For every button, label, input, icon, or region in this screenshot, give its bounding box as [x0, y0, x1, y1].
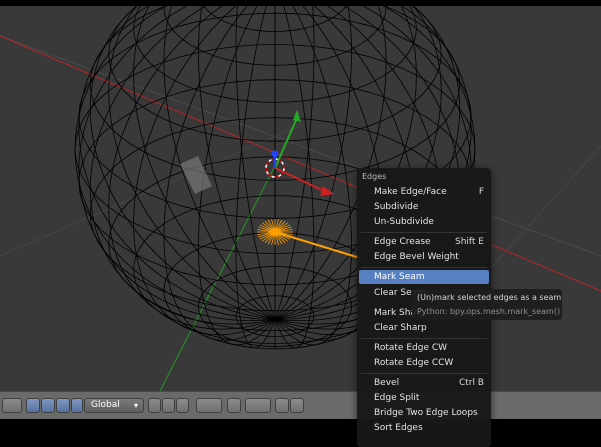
pivot-icon[interactable]	[2, 398, 22, 413]
orientation-label: Global	[91, 400, 120, 410]
snap-target-icon[interactable]	[245, 398, 271, 413]
menu-item-label: Bridge Two Edge Loops	[374, 408, 478, 418]
tooltip-python: Python: bpy.ops.mesh.mark_seam()	[417, 307, 561, 316]
menu-separator	[361, 232, 487, 233]
menu-item-label: Make Edge/Face	[374, 187, 447, 197]
menu-item-label: Edge Bevel Weight	[374, 252, 459, 262]
menu-item-make-edge-face[interactable]: Make Edge/Face F	[357, 185, 491, 199]
chevron-down-icon: ▾	[133, 401, 138, 410]
proportional-icon[interactable]	[196, 398, 222, 413]
face-select-icon[interactable]	[176, 398, 189, 413]
menu-item-shortcut: Ctrl B	[458, 378, 484, 388]
menu-separator	[361, 267, 487, 268]
render-icon[interactable]	[275, 398, 289, 413]
menu-separator	[361, 338, 487, 339]
menu-item-label: Rotate Edge CCW	[374, 358, 454, 368]
menu-item-label: Edge Crease	[374, 237, 431, 247]
menu-item-label: Clear Sharp	[374, 323, 427, 333]
menu-item-edge-bevel-weight[interactable]: Edge Bevel Weight	[357, 250, 491, 264]
menu-item-clear-sharp[interactable]: Clear Sharp	[357, 321, 491, 335]
menu-item-label: Edge Split	[374, 393, 420, 403]
grid-line	[0, 125, 301, 257]
tooltip-description: (Un)mark selected edges as a seam	[417, 293, 562, 302]
menu-item-bridge-two-edge-loops[interactable]: Bridge Two Edge Loops	[357, 406, 491, 420]
menu-item-label: Rotate Edge CW	[374, 343, 448, 353]
menu-item-label: Sort Edges	[374, 423, 423, 433]
scale-icon[interactable]	[71, 398, 83, 413]
translate-icon[interactable]	[41, 398, 55, 413]
menu-separator	[361, 373, 487, 374]
menu-item-shortcut: F	[478, 187, 484, 197]
menu-item-un-subdivide[interactable]: Un-Subdivide	[357, 215, 491, 229]
menu-item-bevel[interactable]: Bevel Ctrl B	[357, 376, 491, 390]
menu-item-rotate-edge-ccw[interactable]: Rotate Edge CCW	[357, 356, 491, 370]
menu-item-sort-edges[interactable]: Sort Edges	[357, 421, 491, 435]
y-axis-line	[159, 165, 276, 391]
menu-title: Edges	[362, 172, 387, 181]
menu-item-label: Bevel	[374, 378, 400, 388]
manipulator-x-axis	[274, 167, 323, 191]
menu-item-shortcut: Shift E	[454, 237, 484, 247]
menu-item-edge-crease[interactable]: Edge Crease Shift E	[357, 235, 491, 249]
menu-item-subdivide[interactable]: Subdivide	[357, 200, 491, 214]
snap-icon[interactable]	[227, 398, 241, 413]
menu-item-edge-split[interactable]: Edge Split	[357, 391, 491, 405]
menu-item-rotate-edge-cw[interactable]: Rotate Edge CW	[357, 341, 491, 355]
menu-item-mark-seam[interactable]: Mark Seam	[359, 270, 489, 284]
sphere-wireframe	[0, 6, 601, 391]
3d-viewport[interactable]	[0, 6, 601, 391]
manipulator-icon[interactable]	[26, 398, 40, 413]
menu-item-label: Un-Subdivide	[374, 217, 434, 227]
grid-line	[0, 35, 601, 257]
selection-patch	[180, 156, 212, 194]
menu-item-label: Mark Seam	[374, 272, 425, 282]
manipulator-z-handle	[271, 150, 279, 158]
rotate-icon[interactable]	[56, 398, 70, 413]
bottom-toolbar: Global ▾	[0, 391, 601, 419]
edge-select-icon[interactable]	[162, 398, 175, 413]
camera-icon[interactable]	[290, 398, 304, 413]
orientation-select[interactable]: Global ▾	[84, 398, 144, 413]
vertex-select-icon[interactable]	[148, 398, 161, 413]
manipulator-y-arrowhead	[293, 110, 301, 122]
menu-item-label: Subdivide	[374, 202, 419, 212]
tooltip: (Un)mark selected edges as a seam Python…	[412, 289, 562, 320]
